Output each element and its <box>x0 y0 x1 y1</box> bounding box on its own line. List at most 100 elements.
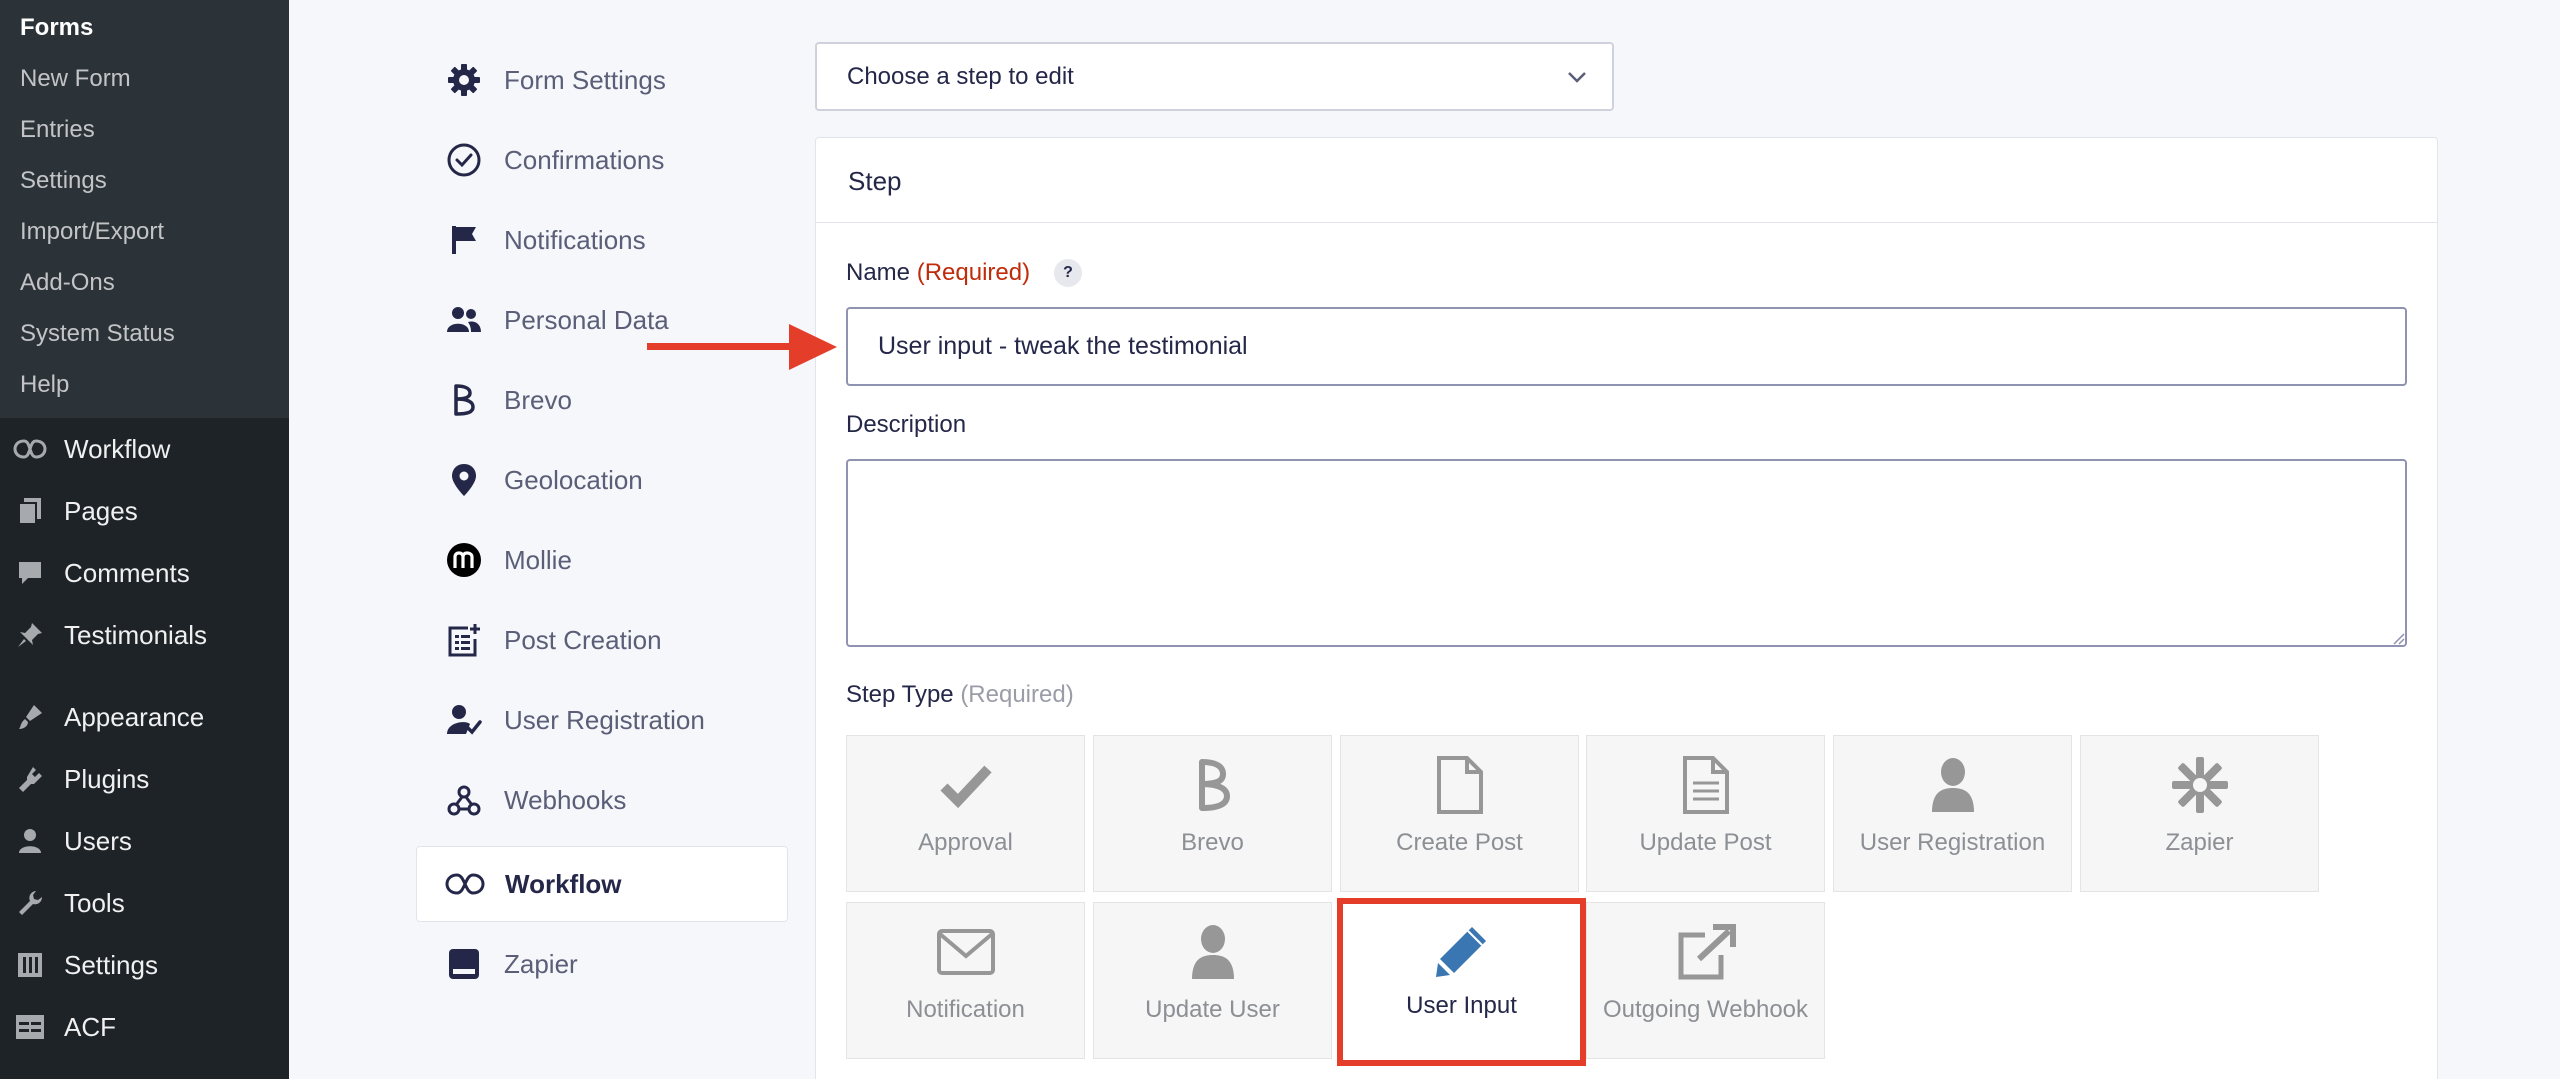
tools-icon <box>12 887 48 919</box>
nav-label: Post Creation <box>504 624 662 655</box>
chevron-down-icon <box>1566 66 1588 95</box>
submenu-forms[interactable]: Forms <box>20 14 93 42</box>
description-textarea[interactable] <box>846 459 2407 647</box>
step-type-label-text: Step Type <box>846 681 954 708</box>
panel-title: Step <box>848 166 902 196</box>
step-name-input[interactable] <box>846 307 2407 386</box>
submenu-help[interactable]: Help <box>20 371 69 399</box>
check-circle-icon <box>444 140 484 180</box>
submenu-new-form[interactable]: New Form <box>20 65 131 93</box>
name-label: Name (Required) <box>846 259 1030 287</box>
flag-icon <box>444 220 484 260</box>
menu-testimonials[interactable]: Testimonials <box>0 607 289 663</box>
menu-pages[interactable]: Pages <box>0 483 289 539</box>
menu-settings[interactable]: Settings <box>0 937 289 993</box>
description-label: Description <box>846 411 967 438</box>
submenu-add-ons[interactable]: Add-Ons <box>20 269 115 297</box>
step-select-label: Choose a step to edit <box>847 62 1074 90</box>
nav-webhooks[interactable]: Webhooks <box>416 762 788 838</box>
step-type-notification[interactable]: Notification <box>846 902 1085 1059</box>
people-icon <box>444 300 484 340</box>
tile-label: User Input <box>1406 992 1517 1019</box>
nav-notifications[interactable]: Notifications <box>416 202 788 278</box>
nav-label: User Registration <box>504 704 705 735</box>
forms-submenu: Forms New Form Entries Settings Import/E… <box>0 0 289 418</box>
submenu-settings[interactable]: Settings <box>20 167 107 195</box>
step-type-user-registration[interactable]: User Registration <box>1833 735 2072 892</box>
nav-label: Mollie <box>504 544 572 575</box>
submenu-entries[interactable]: Entries <box>20 116 95 144</box>
menu-comments[interactable]: Comments <box>0 545 289 601</box>
submenu-system-status[interactable]: System Status <box>20 320 175 348</box>
required-indicator: (Required) <box>916 259 1031 286</box>
nav-post-creation[interactable]: Post Creation <box>416 602 788 678</box>
brevo-icon <box>1094 750 1331 820</box>
file-text-icon <box>1587 750 1824 820</box>
nav-label: Notifications <box>504 224 646 255</box>
menu-label: Pages <box>64 495 138 526</box>
nav-user-registration[interactable]: User Registration <box>416 682 788 758</box>
annotation-arrow-icon <box>647 324 837 370</box>
step-type-brevo[interactable]: Brevo <box>1093 735 1332 892</box>
step-type-outgoing-webhook[interactable]: Outgoing Webhook <box>1586 902 1825 1059</box>
nav-brevo[interactable]: Brevo <box>416 362 788 438</box>
pencil-icon <box>1343 916 1580 986</box>
menu-label: Testimonials <box>64 619 208 650</box>
nav-label: Zapier <box>504 948 578 979</box>
user-icon <box>1094 917 1331 987</box>
submenu-import-export[interactable]: Import/Export <box>20 218 164 246</box>
tile-label: Notification <box>906 996 1025 1023</box>
step-type-create-post[interactable]: Create Post <box>1340 735 1579 892</box>
tile-label: Update User <box>1145 996 1280 1023</box>
pages-icon <box>12 495 48 527</box>
help-icon[interactable]: ? <box>1054 259 1082 287</box>
nav-label: Geolocation <box>504 464 643 495</box>
nav-mollie[interactable]: Mollie <box>416 522 788 598</box>
nav-form-settings[interactable]: Form Settings <box>416 42 788 118</box>
nav-confirmations[interactable]: Confirmations <box>416 122 788 198</box>
appearance-icon <box>12 701 48 733</box>
menu-acf[interactable]: ACF <box>0 999 289 1055</box>
step-type-update-user[interactable]: Update User <box>1093 902 1332 1059</box>
mollie-icon <box>444 540 484 580</box>
step-type-user-input[interactable]: User Input <box>1337 898 1586 1066</box>
tile-label: Brevo <box>1181 829 1244 856</box>
menu-label: Tools <box>64 887 125 918</box>
nav-zapier[interactable]: Zapier <box>416 926 788 1002</box>
nav-geolocation[interactable]: Geolocation <box>416 442 788 518</box>
comments-icon <box>12 557 48 589</box>
menu-appearance[interactable]: Appearance <box>0 689 289 745</box>
divider <box>816 222 2437 223</box>
checkmark-icon <box>847 750 1084 820</box>
post-creation-icon <box>444 620 484 660</box>
gear-icon <box>444 60 484 100</box>
tile-label: User Registration <box>1859 829 2046 856</box>
external-link-icon <box>1587 917 1824 987</box>
map-pin-icon <box>444 460 484 500</box>
settings-icon <box>12 949 48 981</box>
zapier-icon <box>444 944 484 984</box>
admin-sidebar: Forms New Form Entries Settings Import/E… <box>0 0 289 1079</box>
tile-label: Update Post <box>1639 829 1772 856</box>
step-select-dropdown[interactable]: Choose a step to edit <box>815 42 1614 111</box>
step-type-zapier[interactable]: Zapier <box>2080 735 2319 892</box>
menu-label: ACF <box>64 1011 116 1042</box>
envelope-icon <box>847 917 1084 987</box>
tile-label: Outgoing Webhook <box>1602 996 1809 1023</box>
webhooks-icon <box>444 780 484 820</box>
tile-label: Zapier <box>2165 829 2234 856</box>
menu-label: Settings <box>64 949 158 980</box>
plugins-icon <box>12 763 48 795</box>
step-type-label: Step Type (Required) <box>846 681 1074 709</box>
nav-workflow[interactable]: Workflow <box>416 846 788 922</box>
step-type-approval[interactable]: Approval <box>846 735 1085 892</box>
menu-plugins[interactable]: Plugins <box>0 751 289 807</box>
resize-grip-icon[interactable] <box>2391 631 2405 645</box>
menu-tools[interactable]: Tools <box>0 875 289 931</box>
nav-label: Form Settings <box>504 64 666 95</box>
menu-users[interactable]: Users <box>0 813 289 869</box>
menu-workflow[interactable]: Workflow <box>0 421 289 477</box>
nav-label: Webhooks <box>504 784 627 815</box>
workflow-icon <box>445 864 485 904</box>
step-type-update-post[interactable]: Update Post <box>1586 735 1825 892</box>
